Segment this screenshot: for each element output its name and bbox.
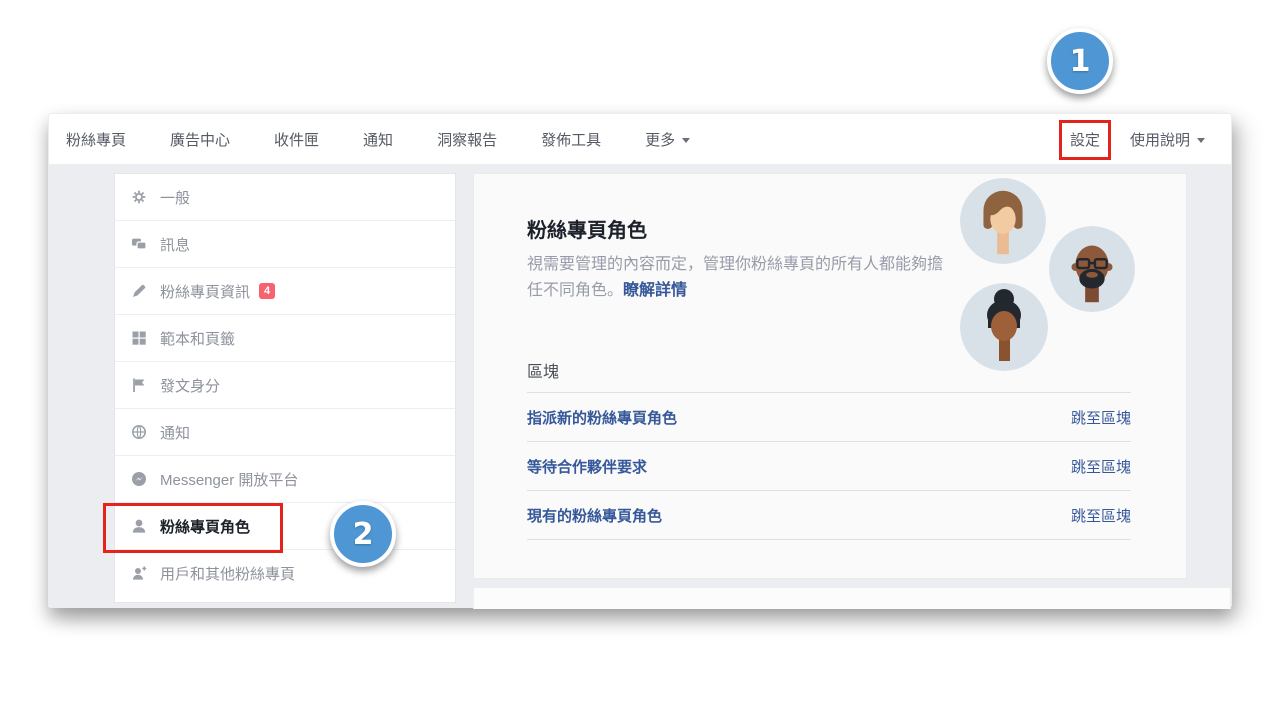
chat-icon	[131, 236, 147, 252]
man-avatar	[1049, 226, 1135, 312]
grid-icon	[131, 330, 147, 346]
section-row-link[interactable]: 指派新的粉絲專頁角色	[527, 407, 677, 428]
page-description-text: 視需要管理的內容而定，管理你粉絲專頁的所有人都能夠擔任不同角色。	[527, 256, 943, 299]
section-row-link[interactable]: 現有的粉絲專頁角色	[527, 505, 662, 526]
sidebar-item[interactable]: Messenger 開放平台	[115, 456, 455, 503]
sidebar-item-label: 範本和頁籤	[160, 328, 235, 349]
learn-more-link[interactable]: 瞭解詳情	[623, 282, 687, 299]
nav-settings[interactable]: 設定	[1070, 132, 1100, 149]
sidebar-item[interactable]: 粉絲專頁角色	[115, 503, 455, 550]
top-nav-tabs: 粉絲專頁 廣告中心 收件匣 通知 洞察報告 發佈工具 更多	[66, 129, 690, 150]
nav-tab[interactable]: 發佈工具	[541, 129, 601, 150]
sidebar-item-label: 粉絲專頁角色	[160, 516, 250, 537]
nav-help[interactable]: 使用說明	[1130, 129, 1205, 150]
sidebar-item-label: 一般	[160, 187, 190, 208]
top-nav-right: 設定 使用說明	[1070, 129, 1205, 150]
sidebar-item[interactable]: 一般	[115, 174, 455, 221]
facebook-page-settings-window: 粉絲專頁廣告中心收件匣通知洞察報告發佈工具更多 設定 使用說明 一般訊息粉絲專頁…	[48, 113, 1232, 608]
nav-tab[interactable]: 收件匣	[274, 129, 319, 150]
sidebar-item[interactable]: 粉絲專頁資訊 4	[115, 268, 455, 315]
globe-icon	[131, 424, 147, 440]
gear-icon	[131, 189, 147, 205]
nav-tab[interactable]: 通知	[363, 129, 393, 150]
nav-help-label: 使用說明	[1130, 132, 1190, 149]
jump-to-section-link[interactable]: 跳至區塊	[1071, 407, 1131, 428]
sidebar-item-label: Messenger 開放平台	[160, 469, 298, 490]
woman-avatar	[960, 178, 1046, 264]
annotation-step-2: 2	[330, 501, 396, 567]
page-roles-panel: 粉絲專頁角色 視需要管理的內容而定，管理你粉絲專頁的所有人都能夠擔任不同角色。瞭…	[473, 173, 1187, 579]
nav-tab[interactable]: 粉絲專頁	[66, 129, 126, 150]
person-add-icon	[131, 565, 147, 581]
nav-more-label: 更多	[645, 132, 675, 149]
section-row-link[interactable]: 等待合作夥伴要求	[527, 456, 647, 477]
chevron-down-icon	[682, 138, 690, 143]
annotation-step-1: 1	[1047, 28, 1113, 94]
sidebar-item-label: 粉絲專頁資訊	[160, 281, 250, 302]
page-description: 視需要管理的內容而定，管理你粉絲專頁的所有人都能夠擔任不同角色。瞭解詳情	[527, 252, 955, 304]
nav-tab[interactable]: 洞察報告	[437, 129, 497, 150]
jump-to-section-link[interactable]: 跳至區塊	[1071, 505, 1131, 526]
section-row: 等待合作夥伴要求 跳至區塊	[527, 442, 1131, 491]
sidebar-item-label: 訊息	[160, 234, 190, 255]
page-title: 粉絲專頁角色	[527, 214, 647, 243]
section-header: 區塊	[527, 358, 559, 382]
person-icon	[131, 518, 147, 534]
nav-more[interactable]: 更多	[645, 129, 690, 150]
settings-content: 一般訊息粉絲專頁資訊4範本和頁籤發文身分通知Messenger 開放平台粉絲專頁…	[49, 164, 1231, 607]
next-section-partial	[473, 587, 1231, 609]
jump-to-section-link[interactable]: 跳至區塊	[1071, 456, 1131, 477]
sidebar-item[interactable]: 發文身分	[115, 362, 455, 409]
section-row: 指派新的粉絲專頁角色 跳至區塊	[527, 392, 1131, 442]
top-nav: 粉絲專頁 廣告中心 收件匣 通知 洞察報告 發佈工具 更多 設定 使用說明	[49, 114, 1231, 164]
nav-tab[interactable]: 廣告中心	[170, 129, 230, 150]
section-row: 現有的粉絲專頁角色 跳至區塊	[527, 491, 1131, 540]
sidebar-item[interactable]: 範本和頁籤	[115, 315, 455, 362]
notification-badge: 4	[259, 283, 275, 299]
messenger-icon	[131, 471, 147, 487]
sidebar-item[interactable]: 通知	[115, 409, 455, 456]
chevron-down-icon	[1197, 138, 1205, 143]
sidebar-item[interactable]: 用戶和其他粉絲專頁	[115, 550, 455, 596]
pencil-icon	[131, 283, 147, 299]
woman-bun-avatar	[960, 283, 1048, 371]
sidebar-item-label: 通知	[160, 422, 190, 443]
settings-sidebar: 一般訊息粉絲專頁資訊4範本和頁籤發文身分通知Messenger 開放平台粉絲專頁…	[114, 173, 456, 603]
sidebar-item[interactable]: 訊息	[115, 221, 455, 268]
sidebar-item-label: 發文身分	[160, 375, 220, 396]
section-list: 指派新的粉絲專頁角色跳至區塊等待合作夥伴要求跳至區塊現有的粉絲專頁角色跳至區塊	[527, 392, 1131, 540]
flag-icon	[131, 377, 147, 393]
sidebar-item-label: 用戶和其他粉絲專頁	[160, 563, 295, 584]
